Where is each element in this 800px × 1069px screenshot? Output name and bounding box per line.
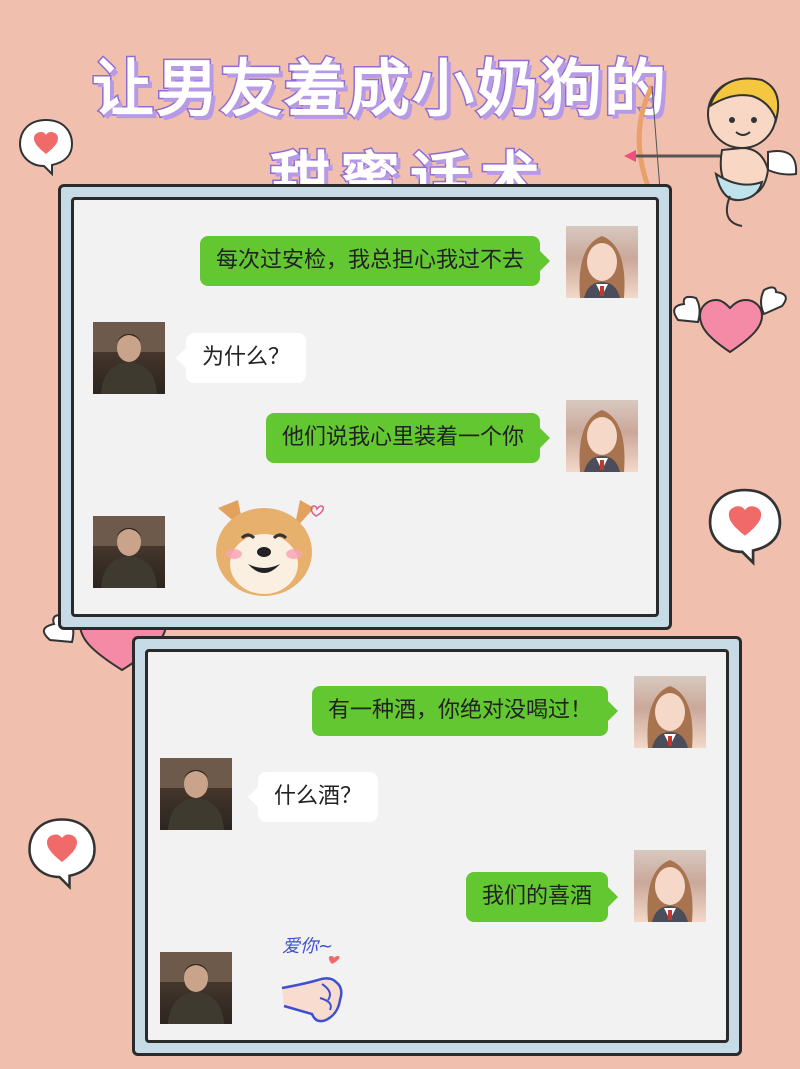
chat-bubble-sent: 每次过安检，我总担心我过不去 [199,236,551,286]
chat-bubble-received: 为什么？ [175,333,307,383]
heart-bubble-icon [708,488,782,566]
love-you-sticker: 爱你~ [278,932,358,1028]
boy-avatar [160,952,232,1024]
shiba-dog-sticker-icon [216,500,325,596]
boy-avatar [93,516,165,588]
girl-avatar [634,850,706,922]
chat-bubble-sent: 他们说我心里装着一个你 [265,413,551,463]
chat-bubble-sent: 我们的喜酒 [465,872,619,922]
boy-avatar [160,758,232,830]
winged-heart-icon [673,286,787,354]
girl-avatar [566,226,638,298]
girl-avatar [634,676,706,748]
hand-heart-icon [281,956,343,1023]
boy-avatar [93,322,165,394]
chat-bubble-sent: 有一种酒，你绝对没喝过！ [311,686,619,736]
chat-bubble-received: 什么酒？ [247,772,379,822]
heart-bubble-icon [18,118,74,177]
heart-bubble-icon [28,818,96,891]
girl-avatar [566,400,638,472]
